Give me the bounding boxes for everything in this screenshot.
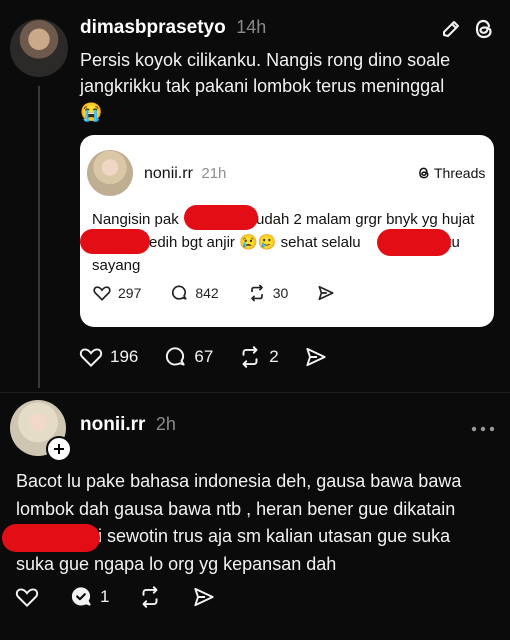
like-count: 196 [110,347,139,366]
share-icon [194,587,215,607]
reply-share-button[interactable] [191,584,217,610]
reply-count: 842 [195,285,219,301]
comment-button[interactable]: 67 [162,344,213,370]
quoted-timestamp: 21h [201,165,227,182]
reply-like-button[interactable] [14,584,40,610]
post-text: Persis koyok cilikanku. Nangis rong dino… [80,47,480,125]
emoji: 😭 [80,102,103,122]
reply-header: nonii.rr 2h [80,414,176,436]
quoted-avatar[interactable] [87,150,133,196]
reply-repost-button[interactable] [137,584,163,610]
share-icon [306,347,326,367]
quoted-actions: 297 842 30 [92,283,336,303]
quoted-line2a: edih bgt anjir 😢🥲 sehat selalu [149,234,361,251]
quoted-line3: sayang [92,257,141,274]
redaction [377,229,451,256]
post-actions: 196 67 2 [78,344,329,370]
reply-actions: 1 [14,584,217,610]
quoted-comment-button[interactable]: 842 [169,283,219,303]
quoted-repost-button[interactable]: 30 [247,283,289,303]
reply-username[interactable]: nonii.rr [80,414,145,435]
repost-icon [250,284,263,302]
thread-line [38,86,40,388]
threads-logo-icon[interactable] [472,17,496,41]
quoted-share-button[interactable] [316,283,336,303]
like-button[interactable]: 196 [78,344,138,370]
edit-icon[interactable] [440,18,462,40]
redaction [184,205,258,230]
post-text-content: Persis koyok cilikanku. Nangis rong dino… [80,50,451,96]
threads-logo-icon [419,167,429,179]
like-count: 297 [118,285,142,301]
reply-timestamp: 2h [155,414,176,434]
quoted-post-card[interactable]: nonii.rr 21h Threads Nangisin pak udah 2… [80,135,494,327]
reply-text: Bacot lu pake bahasa indonesia deh, gaus… [2,468,501,578]
repost-icon [142,586,158,608]
quoted-like-button[interactable]: 297 [92,283,141,303]
quoted-line1b: udah 2 malam grgr bnyk yg hujat [256,211,475,228]
share-button[interactable] [303,344,329,370]
comment-icon [166,347,186,366]
username[interactable]: dimasbprasetyo [80,17,226,38]
post-header: dimasbprasetyo 14h [80,17,266,39]
reply-line2: lombok dah gausa bawa ntb , heran bener … [16,498,456,519]
follow-plus-icon[interactable] [46,436,72,462]
repost-count: 2 [269,347,279,366]
reply-comment-button[interactable]: 1 [68,584,109,610]
share-icon [318,285,334,301]
heart-icon [79,348,103,368]
threads-brand: Threads [417,165,485,181]
quoted-username[interactable]: nonii.rr [144,165,193,182]
avatar[interactable] [10,19,68,77]
divider [0,392,510,393]
reply-line1: Bacot lu pake bahasa indonesia deh, gaus… [16,471,462,491]
threads-label: Threads [434,165,486,181]
quoted-line1a: Nangisin pak [92,211,179,228]
more-icon[interactable] [470,420,496,432]
heart-icon [93,286,111,301]
repost-icon [242,346,258,368]
redaction [80,229,150,254]
reply-count: 67 [194,347,214,366]
reply-line4: suka gue ngapa lo org yg kepansan dah [16,553,337,574]
repost-button[interactable]: 2 [237,344,279,370]
quoted-header: nonii.rr 21h [144,165,226,183]
reply-reply-count: 1 [100,587,110,606]
repost-count: 30 [272,285,289,301]
comment-check-icon [71,587,91,606]
comment-icon [172,285,187,300]
quoted-text: Nangisin pak udah 2 malam grgr bnyk yg h… [80,205,487,277]
redaction [2,524,100,552]
timestamp: 14h [236,17,267,37]
heart-icon [15,588,39,608]
